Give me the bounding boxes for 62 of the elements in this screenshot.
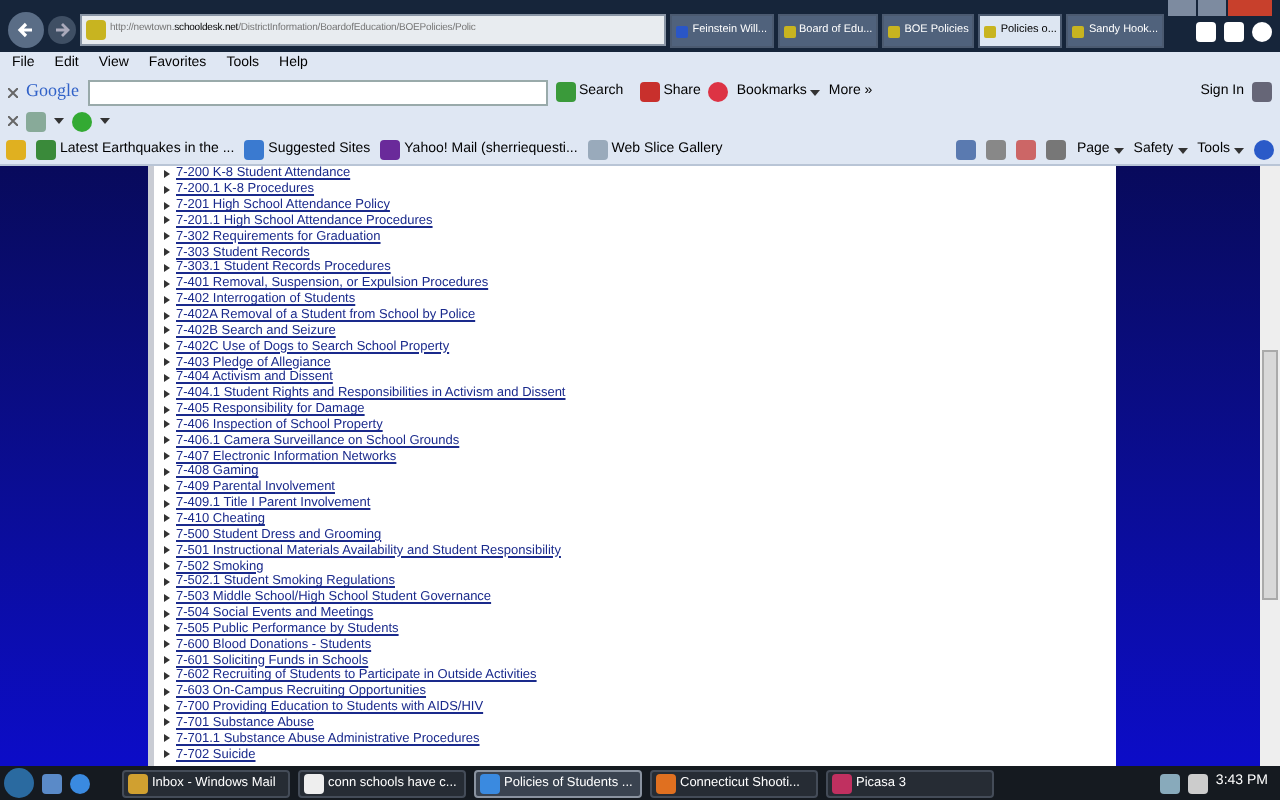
close-icon[interactable] (8, 116, 18, 126)
site-icon (888, 25, 901, 37)
bullet-icon (164, 624, 170, 633)
bullet-icon (164, 734, 170, 743)
back-button[interactable] (8, 12, 44, 48)
bullet-icon (164, 499, 170, 508)
bullet-icon (164, 640, 170, 649)
close-icon[interactable] (8, 87, 18, 97)
bullet-icon (164, 373, 170, 382)
site-icon (676, 25, 689, 37)
bullet-icon (164, 420, 170, 429)
app-icon[interactable] (304, 773, 324, 793)
bullet-icon (164, 201, 170, 210)
scrollbar[interactable] (1260, 166, 1280, 766)
bullet-icon (164, 358, 170, 367)
bullet-icon (164, 687, 170, 696)
bullet-icon (164, 750, 170, 759)
bullet-icon (164, 609, 170, 618)
site-icon (984, 25, 997, 37)
bullet-icon (164, 169, 170, 178)
bullet-icon (164, 185, 170, 194)
bullet-icon (164, 216, 170, 225)
bullet-icon (164, 593, 170, 602)
bullet-icon (164, 311, 170, 320)
forward-button[interactable] (48, 16, 76, 44)
bullet-icon (164, 467, 170, 476)
bullet-icon (164, 326, 170, 335)
bullet-icon (164, 483, 170, 492)
google-logo: Google (26, 78, 79, 105)
site-icon (783, 25, 796, 37)
site-icon[interactable] (380, 140, 401, 160)
bullet-icon (164, 232, 170, 241)
bullet-icon (164, 342, 170, 351)
caret-icon (1113, 147, 1124, 153)
bullet-icon (164, 279, 170, 288)
search-field[interactable] (87, 79, 547, 105)
bullet-icon (164, 577, 170, 586)
scrollbar-thumb[interactable] (1262, 350, 1278, 600)
bullet-icon (164, 436, 170, 445)
bullet-icon (164, 389, 170, 398)
bullet-icon (164, 405, 170, 414)
bullet-icon (164, 546, 170, 555)
bullet-icon (164, 248, 170, 257)
site-icon[interactable] (244, 140, 265, 160)
caret-icon (1177, 147, 1188, 153)
bullet-icon (164, 514, 170, 523)
bullet-icon (164, 263, 170, 272)
caret-icon (54, 118, 64, 124)
bullet-icon (164, 718, 170, 727)
caret-icon (1234, 147, 1244, 153)
bullet-icon (164, 562, 170, 571)
bullet-icon (164, 295, 170, 304)
start-button[interactable] (4, 768, 34, 798)
site-icon (1072, 25, 1085, 37)
bullet-icon (164, 703, 170, 712)
caret-icon (100, 118, 110, 124)
bullet-icon (164, 656, 170, 665)
app-icon[interactable] (128, 773, 148, 793)
bullet-icon (164, 452, 170, 461)
bullet-icon (164, 671, 170, 680)
bullet-icon (164, 530, 170, 539)
caret-icon (810, 89, 821, 95)
